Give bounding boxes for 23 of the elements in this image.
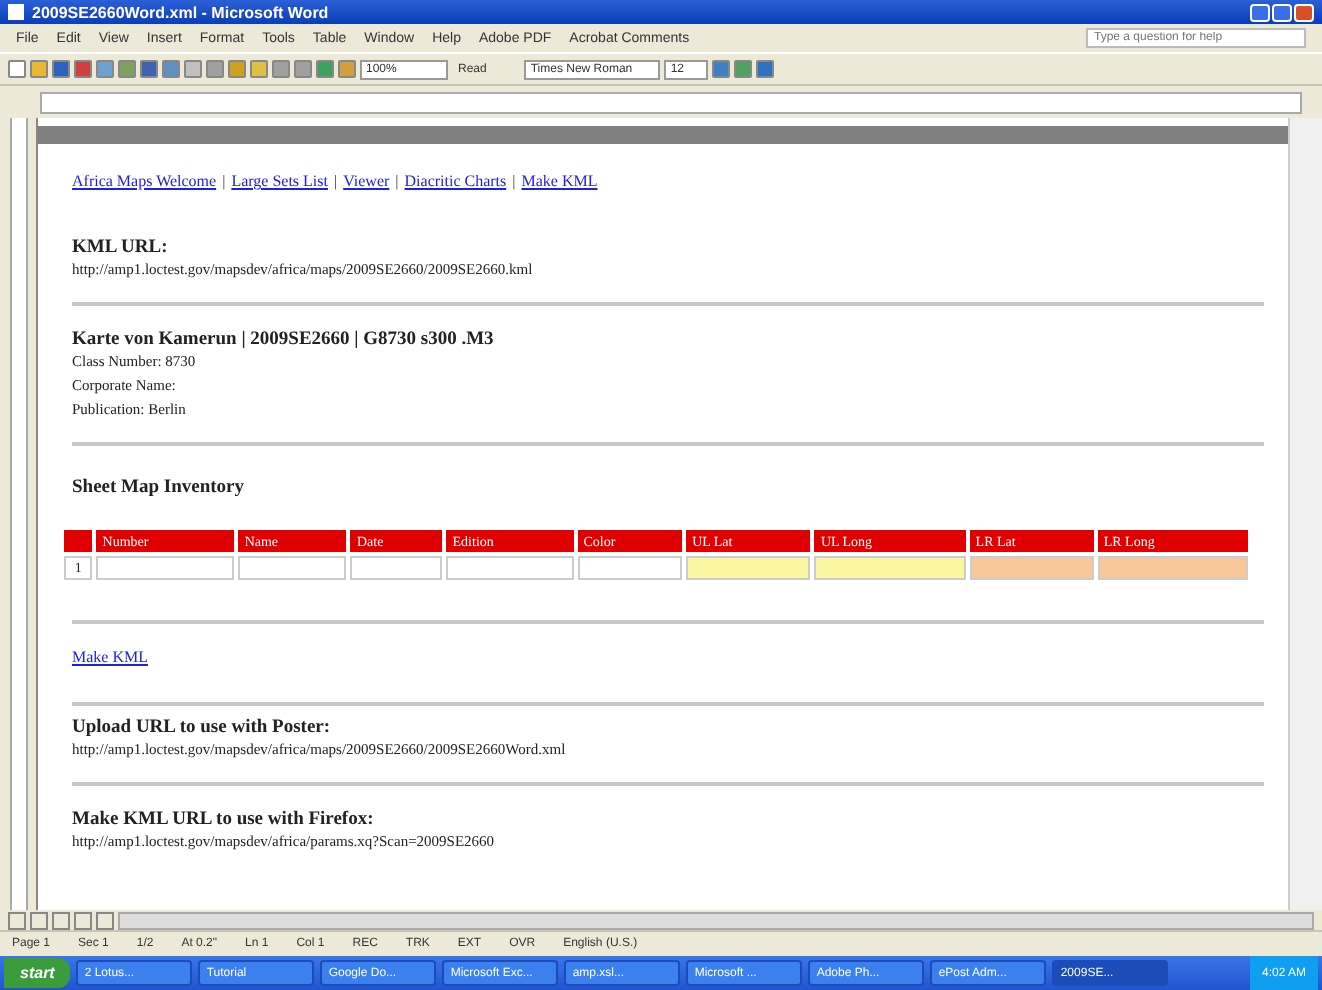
separator: |: [512, 172, 516, 190]
make-kml-link[interactable]: Make KML: [72, 648, 148, 666]
section-heading: Make KML URL to use with Firefox:: [72, 810, 376, 830]
horizontal-scrollbar[interactable]: [118, 911, 1314, 929]
separator: |: [395, 172, 399, 190]
section-heading: Sheet Map Inventory: [72, 478, 247, 498]
separator: |: [333, 172, 338, 190]
separator: |: [222, 172, 226, 190]
section-heading: KML URL:: [72, 238, 170, 258]
nav-link[interactable]: Diacritic Charts: [404, 172, 507, 190]
minimize-button[interactable]: [1250, 3, 1270, 21]
nav-link[interactable]: Large Sets List: [231, 172, 328, 190]
section-heading: Upload URL to use with Poster:: [72, 718, 333, 738]
vertical-scrollbar[interactable]: [1288, 118, 1322, 910]
window-title: 2009SE2660Word.xml - Microsoft Word: [32, 3, 329, 21]
record-heading: Karte von Kamerun | 2009SE2660 | G8730 s300 .M3: [72, 330, 496, 350]
column-header: [64, 530, 93, 552]
maximize-button[interactable]: [1272, 3, 1292, 21]
nav-link[interactable]: Make KML: [521, 172, 598, 190]
nav-link[interactable]: Viewer: [343, 172, 390, 190]
nav-link[interactable]: Africa Maps Welcome: [72, 172, 217, 190]
close-button[interactable]: [1294, 3, 1314, 21]
word-icon: [8, 4, 24, 20]
